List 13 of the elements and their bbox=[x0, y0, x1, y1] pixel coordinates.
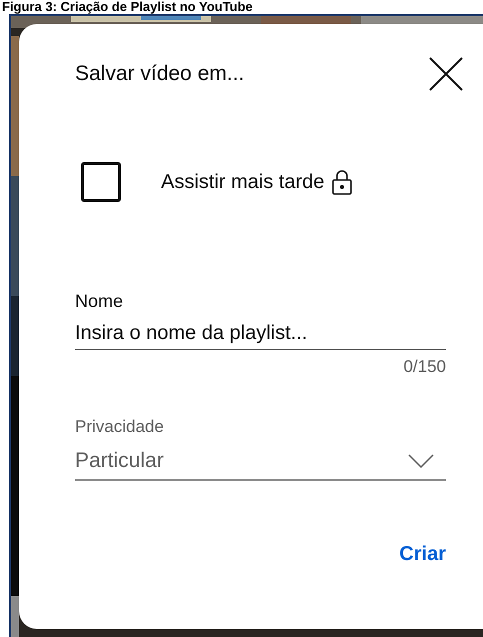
create-button[interactable]: Criar bbox=[399, 539, 446, 569]
dialog-title: Salvar vídeo em... bbox=[75, 61, 244, 88]
checkbox[interactable] bbox=[81, 162, 121, 202]
close-icon bbox=[429, 57, 463, 91]
field-label: Nome bbox=[75, 290, 124, 312]
privacy-dropdown[interactable]: Particular bbox=[75, 443, 446, 481]
chevron-down-icon bbox=[408, 454, 434, 468]
character-counter: 0/150 bbox=[403, 356, 446, 378]
playlist-label: Assistir mais tarde bbox=[161, 170, 324, 195]
close-button[interactable] bbox=[428, 56, 464, 92]
name-field[interactable]: Insira o nome da playlist... bbox=[75, 318, 446, 350]
figure-caption: Figura 3: Criação de Playlist no YouTube bbox=[2, 0, 253, 14]
field-label: Privacidade bbox=[75, 416, 165, 438]
